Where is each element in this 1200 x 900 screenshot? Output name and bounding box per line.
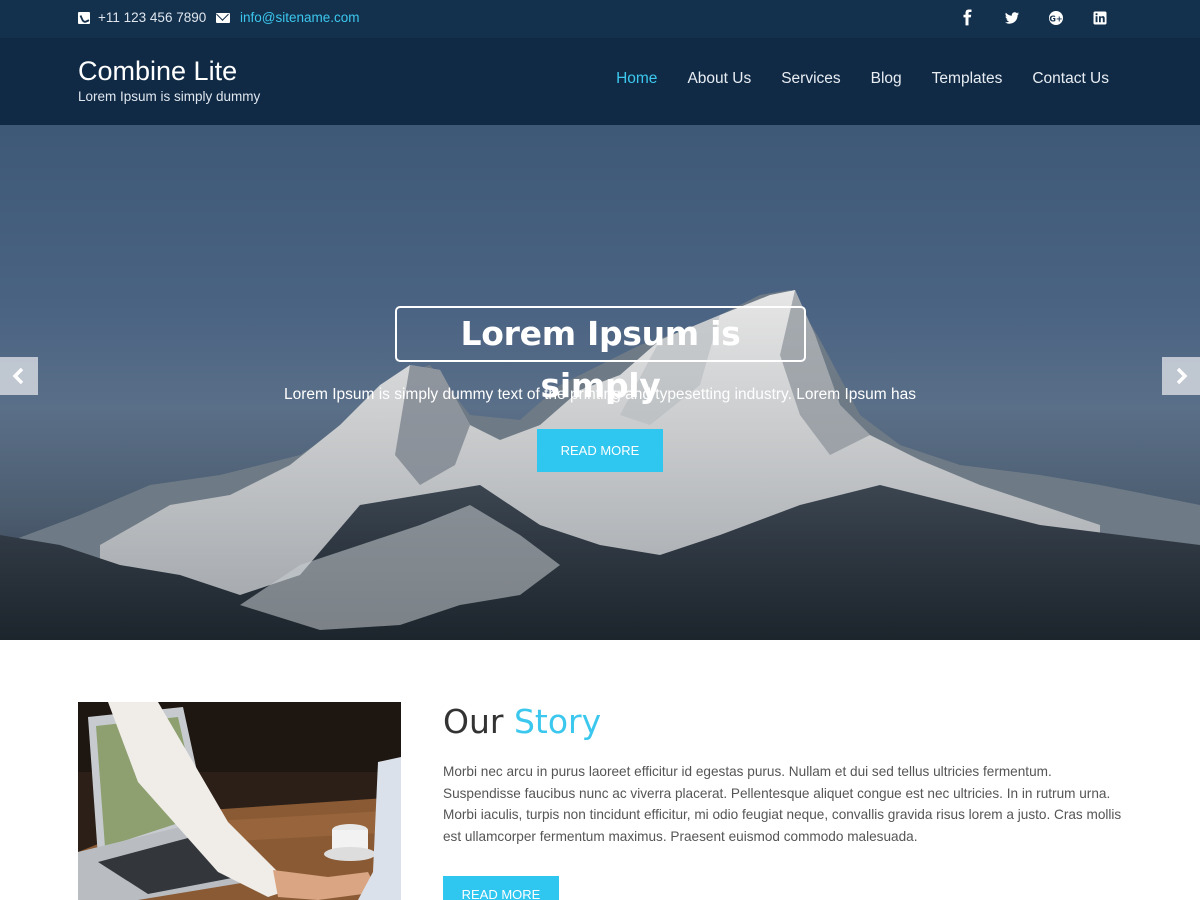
chevron-right-icon [1176,367,1188,385]
chevron-left-icon [12,367,24,385]
site-tagline: Lorem Ipsum is simply dummy [78,89,261,104]
nav-contact-us[interactable]: Contact Us [1032,70,1109,88]
svg-text:G+: G+ [1049,15,1062,24]
nav-blog[interactable]: Blog [871,70,902,88]
hero-read-more-button[interactable]: READ MORE [537,429,663,472]
site-header: Combine Lite Lorem Ipsum is simply dummy… [0,38,1200,125]
story-title: Our Story [443,702,601,741]
hero-title: Lorem Ipsum is simply [395,306,806,405]
phone-number: +11 123 456 7890 [98,10,207,25]
story-title-accent: Story [513,702,602,741]
nav-services[interactable]: Services [781,70,840,88]
story-image [78,702,401,900]
slider-next-button[interactable] [1162,357,1200,395]
hero-slider: Lorem Ipsum is simply Lorem Ipsum is sim… [0,125,1200,640]
story-read-more-button[interactable]: READ MORE [443,876,559,900]
story-title-main: Our [443,702,504,741]
site-title[interactable]: Combine Lite [78,56,260,87]
phone-icon [78,11,90,24]
phone-contact: +11 123 456 7890 [78,10,206,25]
email-link[interactable]: info@sitename.com [240,10,360,25]
google-plus-icon[interactable]: G+ [1048,9,1064,27]
linkedin-icon[interactable] [1092,9,1108,27]
main-nav: Home About Us Services Blog Templates Co… [616,70,1109,88]
top-bar: +11 123 456 7890 info@sitename.com G+ [0,0,1200,38]
nav-templates[interactable]: Templates [932,70,1003,88]
envelope-icon [216,12,230,23]
hero-text: Lorem Ipsum is simply dummy text of the … [283,386,917,403]
nav-about-us[interactable]: About Us [687,70,751,88]
twitter-icon[interactable] [1004,9,1020,27]
story-paragraph: Morbi nec arcu in purus laoreet efficitu… [443,764,1122,844]
social-links: G+ [960,9,1108,27]
slider-prev-button[interactable] [0,357,38,395]
brand[interactable]: Combine Lite Lorem Ipsum is simply dummy [78,56,260,104]
nav-home[interactable]: Home [616,70,657,88]
email-contact: info@sitename.com [216,10,360,25]
facebook-icon[interactable] [960,9,976,27]
